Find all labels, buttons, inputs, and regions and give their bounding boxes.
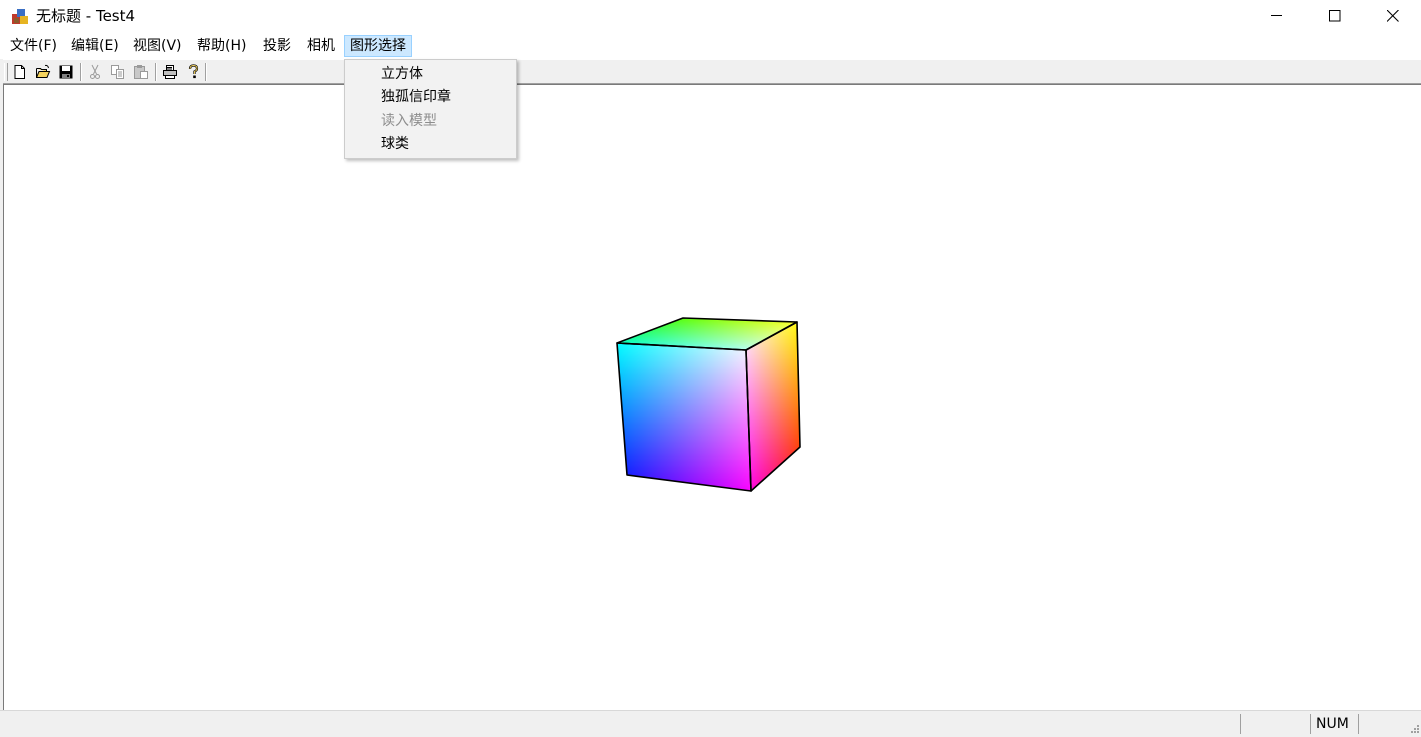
cut-button[interactable] <box>85 62 105 82</box>
toolbar-separator <box>80 63 82 81</box>
copy-button[interactable] <box>108 62 128 82</box>
menu-projection[interactable]: 投影 <box>258 35 296 57</box>
status-pane-caps <box>1240 714 1310 734</box>
menu-view[interactable]: 视图(V) <box>128 35 187 57</box>
paste-icon <box>134 65 148 79</box>
save-button[interactable] <box>56 62 76 82</box>
close-button[interactable] <box>1364 0 1421 32</box>
status-pane-num: NUM <box>1310 714 1358 734</box>
menu-camera[interactable]: 相机 <box>302 35 340 57</box>
help-icon <box>188 64 199 79</box>
toolbar-grip[interactable] <box>4 63 8 81</box>
application-window: 无标题 - Test4 文件(F) 编辑(E) 视图(V) 帮助(H) 投影 相… <box>0 0 1421 737</box>
menu-shape-select[interactable]: 图形选择 <box>344 35 412 57</box>
copy-icon <box>111 65 124 79</box>
menu-item-cube[interactable]: 立方体 <box>345 63 516 86</box>
toolbar-separator <box>155 63 157 81</box>
help-button[interactable] <box>183 62 203 82</box>
rgb-cube <box>616 317 801 492</box>
menu-file[interactable]: 文件(F) <box>5 35 62 57</box>
new-file-button[interactable] <box>10 62 30 82</box>
status-pane-scroll <box>1358 714 1408 734</box>
maximize-icon <box>1329 10 1341 22</box>
menu-bar: 文件(F) 编辑(E) 视图(V) 帮助(H) 投影 相机 图形选择 <box>0 33 1421 59</box>
window-title: 无标题 - Test4 <box>36 7 136 25</box>
resize-grip-icon[interactable] <box>1407 723 1420 736</box>
close-icon <box>1387 10 1399 22</box>
cut-icon <box>90 64 100 79</box>
paste-button[interactable] <box>131 62 151 82</box>
menu-help[interactable]: 帮助(H) <box>192 35 251 57</box>
print-icon <box>163 65 177 79</box>
shape-select-dropdown: 立方体 独孤信印章 读入模型 球类 <box>344 59 517 159</box>
print-button[interactable] <box>160 62 180 82</box>
menu-item-sphere[interactable]: 球类 <box>345 133 516 156</box>
minimize-button[interactable] <box>1248 0 1306 32</box>
save-icon <box>59 65 73 79</box>
minimize-icon <box>1271 15 1282 16</box>
open-folder-icon <box>36 64 51 78</box>
menu-item-load-model: 读入模型 <box>381 113 437 129</box>
app-icon <box>12 9 28 24</box>
new-file-icon <box>14 65 25 79</box>
menu-item-seal[interactable]: 独孤信印章 <box>345 86 516 109</box>
menu-edit[interactable]: 编辑(E) <box>66 35 124 57</box>
status-bar: NUM <box>0 710 1421 737</box>
open-button[interactable] <box>33 62 53 82</box>
maximize-button[interactable] <box>1306 0 1364 32</box>
title-bar[interactable]: 无标题 - Test4 <box>0 0 1421 32</box>
toolbar <box>0 59 1421 84</box>
toolbar-separator <box>205 63 207 81</box>
